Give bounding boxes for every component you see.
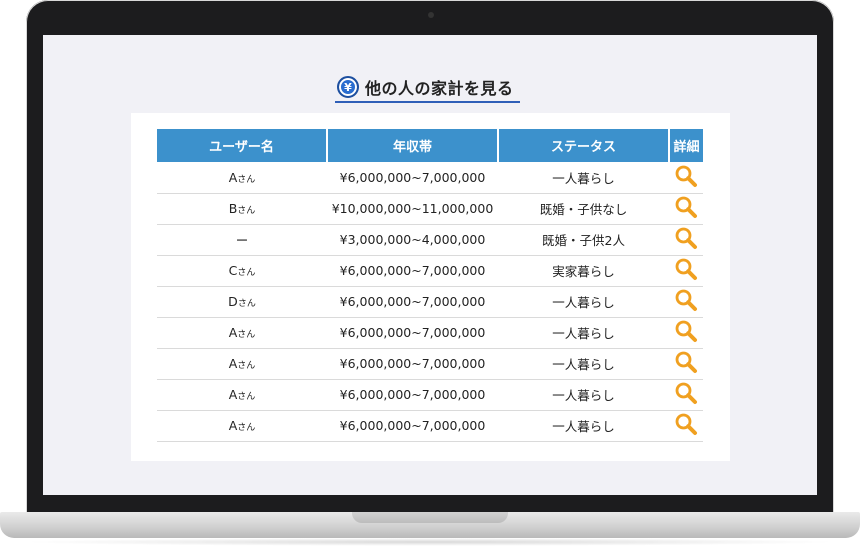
cell-income: ¥3,000,000~4,000,000 bbox=[327, 224, 498, 256]
cell-income: ¥6,000,000~7,000,000 bbox=[327, 255, 498, 287]
cell-username: Cさん bbox=[157, 255, 327, 287]
cell-detail bbox=[669, 162, 703, 194]
cell-status: 一人暮らし bbox=[498, 379, 669, 411]
household-table-card: ユーザー名 年収帯 ステータス 詳細 Aさん ¥6,000,000~7,000,0… bbox=[131, 113, 730, 461]
table-row: Dさん ¥6,000,000~7,000,000 一人暮らし bbox=[157, 286, 703, 318]
cell-username: Aさん bbox=[157, 348, 327, 380]
cell-status: 実家暮らし bbox=[498, 255, 669, 287]
screen: ¥ 他の人の家計を見る ユーザー名 年収帯 ステータス 詳細 Aさん ¥6,000… bbox=[43, 35, 817, 495]
username-suffix: さん bbox=[237, 174, 256, 185]
table-header-row: ユーザー名 年収帯 ステータス 詳細 bbox=[157, 129, 703, 162]
cell-status: 一人暮らし bbox=[498, 348, 669, 380]
table-body: Aさん ¥6,000,000~7,000,000 一人暮らし Bさん ¥10,000,0… bbox=[157, 162, 703, 442]
username-text: A bbox=[228, 387, 238, 402]
magnifier-icon[interactable] bbox=[674, 226, 698, 253]
magnifier-icon[interactable] bbox=[674, 319, 698, 346]
laptop-shadow bbox=[20, 538, 840, 546]
page-title: ¥ 他の人の家計を見る bbox=[335, 75, 520, 103]
cell-income: ¥6,000,000~7,000,000 bbox=[327, 317, 498, 349]
magnifier-icon[interactable] bbox=[674, 257, 698, 284]
yen-coin-icon: ¥ bbox=[337, 76, 359, 98]
cell-detail bbox=[669, 255, 703, 287]
cell-status: 既婚・子供2人 bbox=[498, 224, 669, 256]
username-text: D bbox=[228, 294, 238, 309]
household-table: ユーザー名 年収帯 ステータス 詳細 Aさん ¥6,000,000~7,000,0… bbox=[157, 129, 703, 442]
camera-icon bbox=[428, 12, 434, 18]
cell-status: 一人暮らし bbox=[498, 286, 669, 318]
cell-status: 一人暮らし bbox=[498, 317, 669, 349]
username-text: ー bbox=[235, 233, 249, 248]
column-header-income: 年収帯 bbox=[327, 129, 499, 162]
table-row: Aさん ¥6,000,000~7,000,000 一人暮らし bbox=[157, 410, 703, 442]
username-suffix: さん bbox=[237, 206, 256, 216]
cell-username: Aさん bbox=[157, 379, 327, 411]
cell-status: 既婚・子供なし bbox=[498, 193, 669, 225]
magnifier-icon[interactable] bbox=[674, 288, 698, 315]
cell-detail bbox=[669, 286, 703, 318]
magnifier-icon[interactable] bbox=[674, 412, 698, 439]
cell-detail bbox=[669, 379, 703, 411]
cell-username: ー bbox=[157, 224, 327, 256]
username-suffix: さん bbox=[237, 268, 256, 278]
cell-income: ¥6,000,000~7,000,000 bbox=[327, 379, 498, 411]
table-row: Aさん ¥6,000,000~7,000,000 一人暮らし bbox=[157, 317, 703, 349]
username-text: A bbox=[228, 325, 238, 340]
cell-detail bbox=[669, 193, 703, 225]
cell-detail bbox=[669, 317, 703, 349]
cell-detail bbox=[669, 224, 703, 256]
cell-username: Aさん bbox=[157, 410, 327, 442]
cell-status: 一人暮らし bbox=[498, 162, 669, 194]
cell-income: ¥6,000,000~7,000,000 bbox=[327, 162, 498, 194]
username-text: B bbox=[228, 201, 238, 216]
cell-income: ¥6,000,000~7,000,000 bbox=[327, 286, 498, 318]
table-row: ー ¥3,000,000~4,000,000 既婚・子供2人 bbox=[157, 224, 703, 256]
column-header-detail: 詳細 bbox=[669, 129, 703, 162]
table-row: Aさん ¥6,000,000~7,000,000 一人暮らし bbox=[157, 348, 703, 380]
cell-status: 一人暮らし bbox=[498, 410, 669, 442]
magnifier-icon[interactable] bbox=[674, 164, 698, 191]
table-row: Bさん ¥10,000,000~11,000,000 既婚・子供なし bbox=[157, 193, 703, 225]
cell-username: Bさん bbox=[157, 193, 327, 225]
username-suffix: さん bbox=[237, 330, 256, 340]
username-text: A bbox=[228, 418, 238, 433]
cell-username: Aさん bbox=[157, 317, 327, 349]
cell-detail bbox=[669, 348, 703, 380]
username-text: A bbox=[228, 169, 238, 185]
magnifier-icon[interactable] bbox=[674, 381, 698, 408]
table-row: Aさん ¥6,000,000~7,000,000 一人暮らし bbox=[157, 379, 703, 411]
laptop-notch bbox=[352, 512, 508, 523]
username-suffix: さん bbox=[237, 361, 256, 371]
cell-detail bbox=[669, 410, 703, 442]
magnifier-icon[interactable] bbox=[674, 195, 698, 222]
cell-income: ¥6,000,000~7,000,000 bbox=[327, 410, 498, 442]
page-title-text: 他の人の家計を見る bbox=[365, 79, 514, 98]
cell-username: Aさん bbox=[157, 162, 327, 194]
column-header-status: ステータス bbox=[498, 129, 670, 162]
username-suffix: さん bbox=[237, 299, 256, 309]
table-row: Aさん ¥6,000,000~7,000,000 一人暮らし bbox=[157, 162, 703, 194]
cell-username: Dさん bbox=[157, 286, 327, 318]
table-row: Cさん ¥6,000,000~7,000,000 実家暮らし bbox=[157, 255, 703, 287]
username-suffix: さん bbox=[237, 423, 256, 433]
username-text: A bbox=[228, 356, 238, 371]
cell-income: ¥6,000,000~7,000,000 bbox=[327, 348, 498, 380]
username-suffix: さん bbox=[237, 392, 256, 402]
magnifier-icon[interactable] bbox=[674, 350, 698, 377]
column-header-username: ユーザー名 bbox=[157, 129, 328, 162]
cell-income: ¥10,000,000~11,000,000 bbox=[327, 193, 498, 225]
